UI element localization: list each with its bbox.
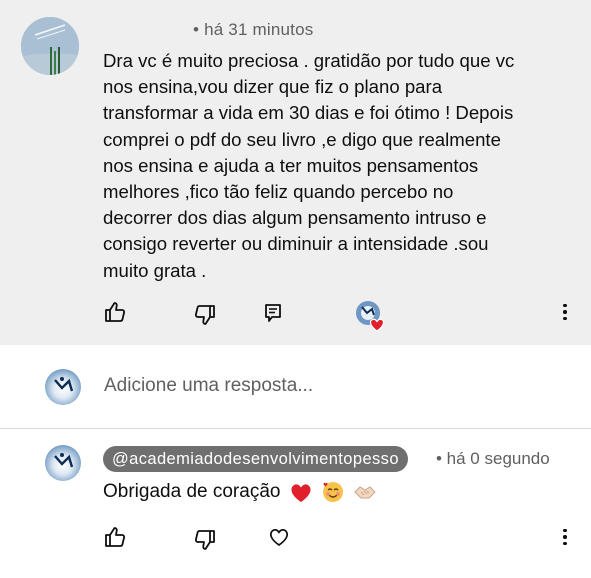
reply-icon: [265, 304, 281, 322]
like-button[interactable]: [100, 297, 130, 327]
comment-thread: • há 31 minutos Dra vc é muito preciosa …: [0, 0, 591, 345]
heart-icon: [269, 528, 289, 546]
channel-handle[interactable]: @academiadodesenvolvimentopesso: [103, 446, 408, 472]
reply-avatar[interactable]: [45, 445, 81, 481]
reply-more-button[interactable]: [555, 523, 575, 551]
like-icon: [105, 527, 126, 547]
avatar-image: [54, 377, 74, 392]
reply-input[interactable]: Adicione uma resposta...: [104, 375, 313, 397]
smiling-face-with-hearts-emoji: [323, 482, 344, 502]
creator-heart-icon: [356, 301, 385, 332]
red-heart-emoji: [291, 484, 311, 502]
reply-text: Obrigada de coração: [103, 480, 377, 504]
comment-more-button[interactable]: [555, 298, 575, 326]
more-icon: [563, 303, 567, 308]
reply-dislike-button[interactable]: [190, 525, 220, 555]
reply-like-button[interactable]: [100, 522, 130, 552]
commenter-avatar[interactable]: [21, 17, 79, 75]
like-icon: [105, 302, 126, 322]
more-icon: [563, 528, 567, 533]
my-avatar: [45, 369, 81, 405]
reply-button[interactable]: [258, 298, 288, 328]
dislike-button[interactable]: [190, 300, 220, 330]
comment-text: Dra vc é muito preciosa . gratidão por t…: [103, 50, 515, 281]
reply-text-content: Obrigada de coração: [103, 481, 281, 503]
avatar-image: [21, 17, 79, 75]
comment-timestamp: • há 31 minutos: [193, 20, 314, 39]
creator-heart[interactable]: [353, 299, 387, 333]
avatar-image: [54, 453, 74, 468]
handshake-emoji: [354, 486, 377, 499]
reply-timestamp: • há 0 segundo: [436, 449, 550, 468]
divider: [0, 428, 591, 429]
dislike-icon: [194, 305, 215, 325]
dislike-icon: [194, 530, 215, 550]
reply-heart-button[interactable]: [264, 522, 294, 552]
